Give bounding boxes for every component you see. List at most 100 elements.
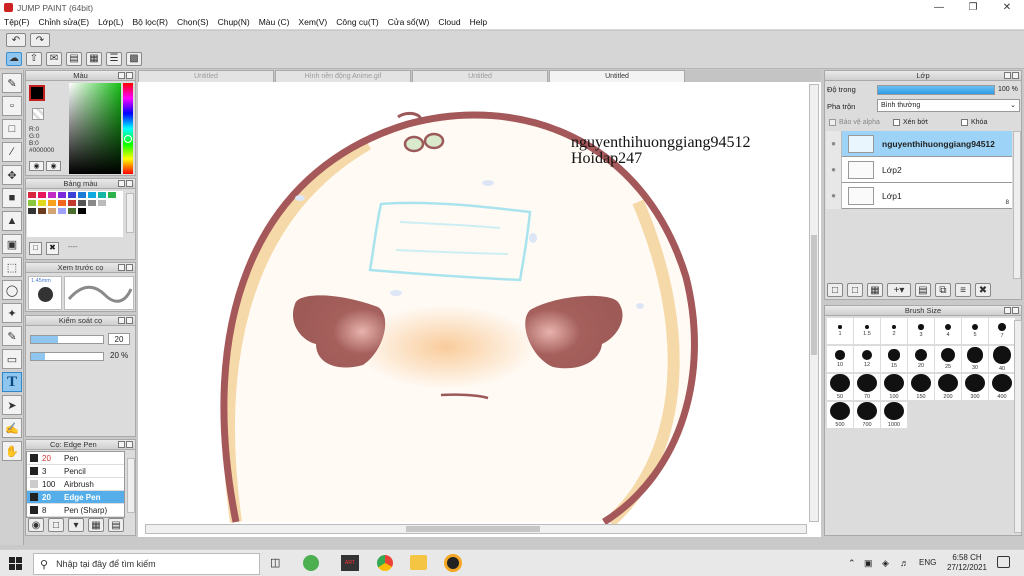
menu-file[interactable]: Tệp(F): [4, 17, 30, 27]
clipping-option[interactable]: Xén bớt: [893, 119, 928, 126]
menu-color[interactable]: Màu (C): [259, 17, 290, 27]
hue-slider[interactable]: [123, 83, 133, 174]
add-brush-icon[interactable]: ◉: [28, 518, 44, 532]
protect-alpha-option[interactable]: Bảo vệ alpha: [829, 119, 880, 126]
canvas-vertical-thumb[interactable]: [811, 235, 817, 355]
brush-size-option[interactable]: 25: [935, 346, 961, 372]
volume-icon[interactable]: ♬: [900, 558, 909, 568]
brush-size-option[interactable]: 15: [881, 346, 907, 372]
brush-size-option[interactable]: 50: [827, 374, 853, 400]
palette-swatch[interactable]: [38, 192, 46, 198]
brush-item-pen-sharp[interactable]: 8 Pen (Sharp): [27, 504, 124, 517]
drawing-canvas[interactable]: nguyenthihuonggiang94512 Hoidap247: [138, 82, 821, 537]
menu-layer[interactable]: Lớp(L): [98, 17, 123, 27]
canvas-horizontal-scrollbar[interactable]: [145, 524, 807, 534]
brush-size-option[interactable]: 1000: [881, 402, 907, 428]
new-layer-icon[interactable]: □: [827, 283, 843, 297]
brush-size-option[interactable]: 150: [908, 374, 934, 400]
select-tool-icon[interactable]: ⬚: [2, 257, 22, 277]
palette-swatch[interactable]: [28, 200, 36, 206]
menu-select[interactable]: Chọn(S): [177, 17, 209, 27]
new-palette-icon[interactable]: □: [29, 242, 42, 255]
task-view-icon[interactable]: ◫: [270, 556, 284, 570]
eyedropper-mini-icon[interactable]: ◉: [29, 161, 44, 171]
new-raster-layer-icon[interactable]: ▦: [867, 283, 883, 297]
close-button[interactable]: ✕: [990, 0, 1024, 15]
layer-row-text[interactable]: ● nguyenthihuonggiang94512: [826, 130, 1012, 157]
move-tool-icon[interactable]: ✥: [2, 165, 22, 185]
comment-icon[interactable]: ✉: [46, 51, 62, 66]
new-layer-alt-icon[interactable]: □: [847, 283, 863, 297]
hand-tool-icon[interactable]: ✋: [2, 441, 22, 461]
menu-help[interactable]: Help: [470, 17, 487, 27]
redo-icon[interactable]: ↷: [30, 33, 50, 47]
duplicate-layer-icon[interactable]: ⧉: [935, 283, 951, 297]
palette-swatch[interactable]: [78, 208, 86, 214]
palette-swatch[interactable]: [28, 192, 36, 198]
brush-size-option[interactable]: 10: [827, 346, 853, 372]
brush-size-option[interactable]: 70: [854, 374, 880, 400]
brush-size-field[interactable]: 20: [108, 333, 130, 345]
brush-size-option[interactable]: 7: [989, 318, 1015, 344]
palette-swatch[interactable]: [48, 208, 56, 214]
palette-swatch[interactable]: [28, 208, 36, 214]
cloud-icon[interactable]: ☁: [6, 51, 22, 66]
palette-swatch[interactable]: [68, 208, 76, 214]
palette-swatch[interactable]: [78, 192, 86, 198]
canvas-vertical-scrollbar[interactable]: [809, 84, 819, 522]
minimize-button[interactable]: —: [922, 0, 956, 15]
brush-size-option[interactable]: 12: [854, 346, 880, 372]
notification-icon[interactable]: [997, 556, 1010, 568]
brush-size-option[interactable]: 5: [962, 318, 988, 344]
visibility-icon[interactable]: ●: [826, 156, 842, 183]
brush-size-option[interactable]: 700: [854, 402, 880, 428]
brush-list-scrollbar[interactable]: [127, 458, 135, 513]
export-icon[interactable]: ⇧: [26, 51, 42, 66]
maximize-button[interactable]: ❐: [956, 0, 990, 15]
rectangle-tool-icon[interactable]: □: [2, 119, 22, 139]
brush-size-option[interactable]: 4: [935, 318, 961, 344]
brush-item-edge-pen[interactable]: 20 Edge Pen: [27, 491, 124, 504]
menu-filter[interactable]: Bộ lọc(R): [133, 17, 168, 27]
file-explorer-icon[interactable]: [410, 555, 427, 570]
brush-size-option[interactable]: 40: [989, 346, 1015, 372]
gradient-tool-icon[interactable]: ▣: [2, 234, 22, 254]
new-brush-icon[interactable]: □: [48, 518, 64, 532]
canvas-horizontal-thumb[interactable]: [406, 526, 540, 532]
palette-swatch[interactable]: [48, 200, 56, 206]
bucket-tool-icon[interactable]: ▲: [2, 211, 22, 231]
chrome-icon[interactable]: [377, 555, 393, 571]
brush-tool-icon[interactable]: ✎: [2, 73, 22, 93]
media-app-icon[interactable]: [444, 554, 462, 572]
language-indicator[interactable]: ENG: [919, 558, 936, 567]
palette-swatch[interactable]: [58, 208, 66, 214]
delete-layer-icon[interactable]: ✖: [975, 283, 991, 297]
layer-row-lop2[interactable]: ● Lớp2: [826, 156, 1012, 183]
add-layer-menu-icon[interactable]: +▾: [887, 283, 911, 297]
palette-swatch[interactable]: [58, 192, 66, 198]
visibility-icon[interactable]: ●: [826, 182, 842, 209]
text-tool-icon[interactable]: T: [2, 372, 22, 392]
tab-untitled-1[interactable]: Untitled: [138, 70, 274, 82]
fill-rect-tool-icon[interactable]: ■: [2, 188, 22, 208]
tab-untitled-2[interactable]: Untitled: [412, 70, 548, 82]
foreground-color-swatch[interactable]: [31, 87, 43, 99]
layer-opacity-slider[interactable]: [877, 85, 995, 95]
palette-swatch[interactable]: [38, 200, 46, 206]
clipping-checkbox[interactable]: [893, 119, 900, 126]
palette-swatch[interactable]: [98, 200, 106, 206]
brush-size-option[interactable]: 20: [908, 346, 934, 372]
app-icon-jump-paint[interactable]: ART: [341, 555, 359, 571]
tab-anime-gif[interactable]: Hình nền động Anime.gif: [275, 70, 411, 82]
select-pen-tool-icon[interactable]: ✎: [2, 326, 22, 346]
blend-mode-select[interactable]: Bình thường ⌄: [877, 99, 1020, 112]
magic-wand-tool-icon[interactable]: ✦: [2, 303, 22, 323]
brush-item-pencil[interactable]: 3 Pencil: [27, 465, 124, 478]
palette-swatch[interactable]: [38, 208, 46, 214]
menu-capture[interactable]: Chụp(N): [218, 17, 250, 27]
brush-size-option[interactable]: 300: [962, 374, 988, 400]
brush-item-pen[interactable]: 20 Pen: [27, 452, 124, 465]
palette-swatch[interactable]: [108, 192, 116, 198]
brush-size-option[interactable]: 500: [827, 402, 853, 428]
operation-tool-icon[interactable]: ➤: [2, 395, 22, 415]
